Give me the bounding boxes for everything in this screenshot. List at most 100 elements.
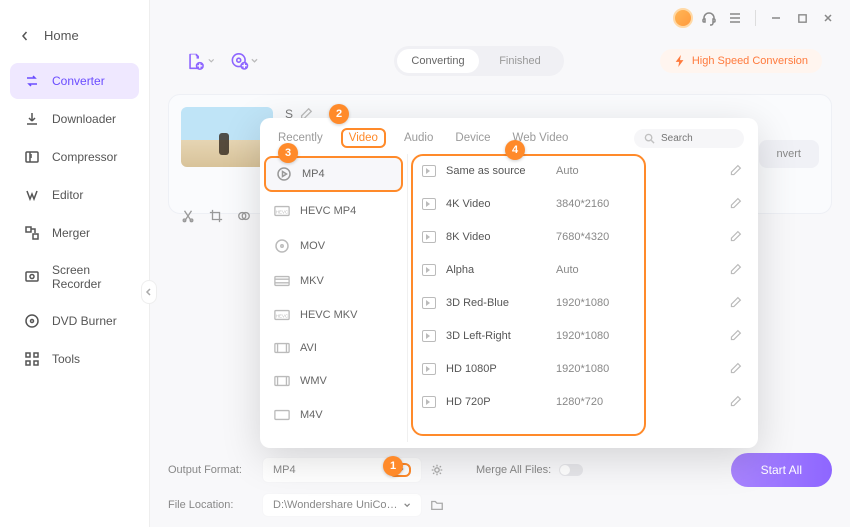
wmv-icon (274, 374, 290, 388)
video-icon (422, 198, 436, 210)
panel-search-input[interactable] (661, 133, 733, 144)
effect-icon[interactable] (237, 209, 251, 223)
merge-label: Merge All Files: (476, 464, 551, 476)
fmt-wmv[interactable]: WMV (260, 364, 407, 398)
tools-icon (24, 351, 40, 367)
maximize-button[interactable] (792, 8, 812, 28)
bolt-icon (674, 55, 686, 67)
chevron-down-icon (208, 57, 215, 65)
fmt-mkv[interactable]: MKV (260, 264, 407, 298)
preset-resolution: 1920*1080 (556, 330, 609, 342)
preset-name: Same as source (446, 165, 556, 177)
convert-button[interactable]: nvert (759, 140, 819, 168)
bottom-bar: Output Format: MP4 Merge All Files: Star… (168, 447, 832, 517)
sidebar-item-converter[interactable]: Converter (10, 63, 139, 99)
file-location-value: D:\Wondershare UniConverter 1 (273, 499, 403, 511)
edit-icon[interactable] (729, 164, 742, 177)
close-button[interactable] (818, 8, 838, 28)
edit-icon[interactable] (729, 230, 742, 243)
tab-device[interactable]: Device (451, 129, 494, 147)
folder-icon[interactable] (430, 498, 444, 512)
headset-icon[interactable] (699, 8, 719, 28)
edit-icon[interactable] (729, 197, 742, 210)
gear-icon[interactable] (430, 463, 444, 477)
preset-name: HD 720P (446, 396, 556, 408)
sidebar-item-dvd-burner[interactable]: DVD Burner (10, 303, 139, 339)
seg-converting[interactable]: Converting (397, 49, 479, 73)
m4v-icon (274, 408, 290, 422)
fmt-label: WMV (300, 375, 327, 387)
mkv-icon (274, 274, 290, 288)
crop-icon[interactable] (209, 209, 223, 223)
svg-text:HEVC: HEVC (276, 314, 289, 319)
preset-row[interactable]: AlphaAuto (408, 253, 758, 286)
user-avatar[interactable] (673, 8, 693, 28)
preset-row[interactable]: 3D Red-Blue1920*1080 (408, 286, 758, 319)
avi-icon (274, 342, 290, 354)
panel-search[interactable] (634, 129, 744, 148)
fmt-hevc-mp4[interactable]: HEVC HEVC MP4 (260, 194, 407, 228)
edit-icon[interactable] (729, 395, 742, 408)
fmt-label: HEVC MP4 (300, 205, 356, 217)
nav-label: Compressor (52, 150, 117, 164)
preset-row[interactable]: Same as sourceAuto (408, 154, 758, 187)
sidebar-item-merger[interactable]: Merger (10, 215, 139, 251)
fmt-avi[interactable]: AVI (260, 332, 407, 364)
start-all-button[interactable]: Start All (731, 453, 832, 487)
hevc-icon: HEVC (274, 308, 290, 322)
preset-row[interactable]: HD 720P1280*720 (408, 385, 758, 418)
hevc-icon: HEVC (274, 204, 290, 218)
preset-name: 4K Video (446, 198, 556, 210)
status-segmented: Converting Finished (394, 46, 564, 76)
download-icon (24, 111, 40, 127)
preset-row[interactable]: 8K Video7680*4320 (408, 220, 758, 253)
video-icon (422, 264, 436, 276)
merger-icon (24, 225, 40, 241)
fmt-hevc-mkv[interactable]: HEVC HEVC MKV (260, 298, 407, 332)
edit-icon[interactable] (729, 296, 742, 309)
svg-text:HEVC: HEVC (276, 210, 289, 215)
sidebar-item-downloader[interactable]: Downloader (10, 101, 139, 137)
top-toolbar: Converting Finished High Speed Conversio… (150, 36, 850, 82)
fmt-label: HEVC MKV (300, 309, 357, 321)
minimize-button[interactable] (766, 8, 786, 28)
preset-name: 3D Red-Blue (446, 297, 556, 309)
search-icon (644, 133, 655, 144)
tab-video[interactable]: Video (341, 128, 386, 148)
add-dvd-button[interactable] (230, 47, 258, 75)
sidebar-item-screen-recorder[interactable]: Screen Recorder (10, 253, 139, 301)
fmt-mov[interactable]: MOV (260, 228, 407, 264)
high-speed-conversion[interactable]: High Speed Conversion (660, 49, 822, 73)
file-location-select[interactable]: D:\Wondershare UniConverter 1 (262, 493, 422, 517)
edit-icon[interactable] (729, 362, 742, 375)
preset-name: 3D Left-Right (446, 330, 556, 342)
titlebar (661, 0, 850, 36)
menu-icon[interactable] (725, 8, 745, 28)
edit-icon[interactable] (729, 263, 742, 276)
merge-toggle[interactable] (559, 464, 583, 476)
seg-finished[interactable]: Finished (479, 49, 561, 73)
sidebar-item-compressor[interactable]: Compressor (10, 139, 139, 175)
sidebar-item-tools[interactable]: Tools (10, 341, 139, 377)
preset-row[interactable]: 4K Video3840*2160 (408, 187, 758, 220)
add-file-button[interactable] (186, 47, 214, 75)
trim-icon[interactable] (181, 209, 195, 223)
format-list: MP4 HEVC HEVC MP4 MOV MKV HEVC HEVC MKV … (260, 154, 408, 442)
nav-label: Screen Recorder (52, 263, 125, 291)
preset-row[interactable]: 3D Left-Right1920*1080 (408, 319, 758, 352)
preset-list: Same as sourceAuto4K Video3840*21608K Vi… (408, 154, 758, 442)
nav-label: Tools (52, 352, 80, 366)
fmt-m4v[interactable]: M4V (260, 398, 407, 432)
nav-label: Editor (52, 188, 83, 202)
step-badge-1: 1 (383, 456, 403, 476)
preset-row[interactable]: HD 1080P1920*1080 (408, 352, 758, 385)
edit-icon[interactable] (729, 329, 742, 342)
preset-name: 8K Video (446, 231, 556, 243)
home-link[interactable]: Home (0, 18, 149, 61)
fmt-label: MP4 (302, 168, 325, 180)
preset-resolution: 1920*1080 (556, 297, 609, 309)
preset-resolution: 3840*2160 (556, 198, 609, 210)
sidebar-item-editor[interactable]: Editor (10, 177, 139, 213)
tab-audio[interactable]: Audio (400, 129, 437, 147)
video-icon (422, 396, 436, 408)
